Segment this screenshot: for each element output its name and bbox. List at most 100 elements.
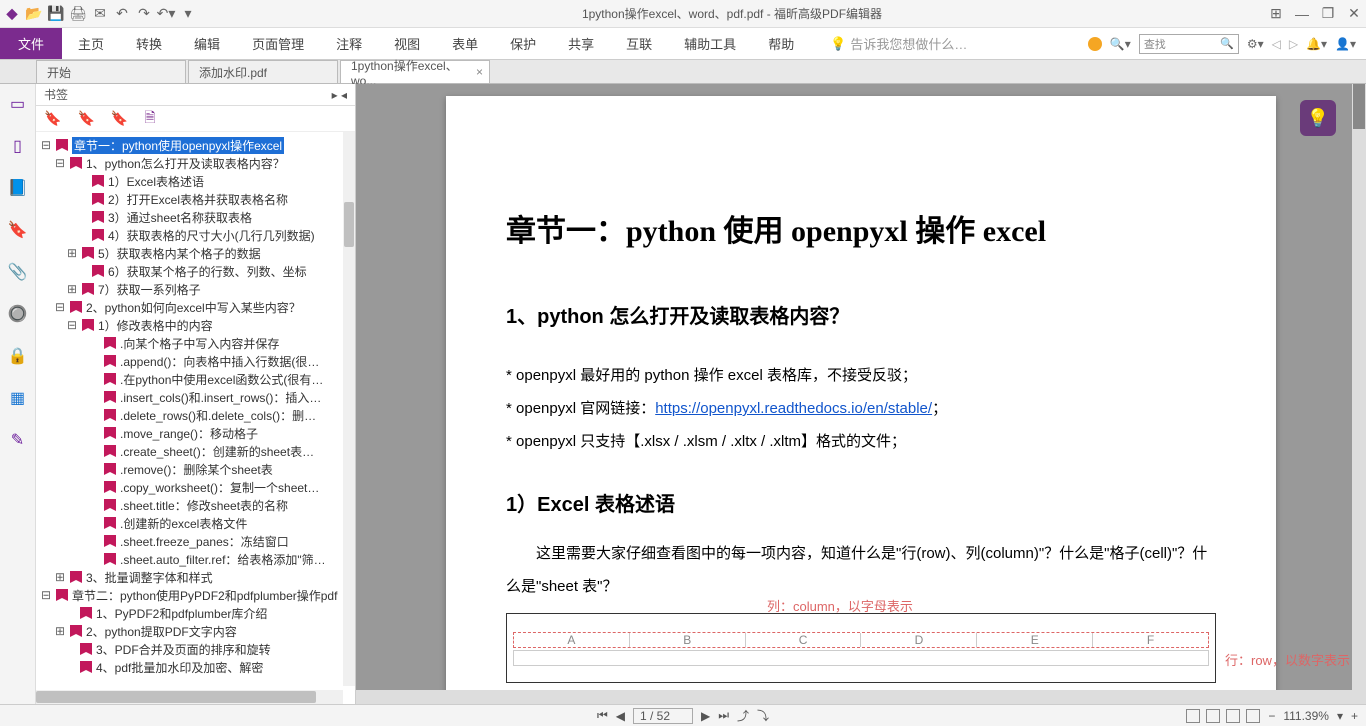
- view-facing-icon[interactable]: [1226, 709, 1240, 723]
- doc-vscroll[interactable]: [1352, 84, 1366, 704]
- stamp-icon[interactable]: 🔘: [8, 304, 28, 324]
- bookmark-item[interactable]: 1、PyPDF2和pdfplumber库介绍: [36, 604, 355, 622]
- settings-icon[interactable]: ⚙▾: [1247, 37, 1264, 51]
- bookmarks-vscroll[interactable]: [343, 132, 355, 686]
- bookmark-item[interactable]: 4、pdf批量加水印及加密、解密: [36, 658, 355, 676]
- bell-icon[interactable]: 🔔▾: [1306, 37, 1327, 51]
- page-icon[interactable]: ▭: [8, 94, 28, 114]
- bookmark-item[interactable]: 3、PDF合并及页面的排序和旋转: [36, 640, 355, 658]
- lightbulb-icon[interactable]: 💡: [1300, 100, 1336, 136]
- ribbon-tab-share[interactable]: 共享: [552, 28, 610, 59]
- user-icon[interactable]: 👤▾: [1335, 37, 1356, 51]
- bookmark-icon[interactable]: 🔖: [8, 220, 28, 240]
- maximize-icon[interactable]: ❐: [1320, 6, 1336, 22]
- doc-hscroll[interactable]: [356, 690, 1352, 704]
- minimize-icon[interactable]: —: [1294, 6, 1310, 22]
- bookmark-item[interactable]: .sheet.title：修改sheet表的名称: [36, 496, 355, 514]
- zoom-dropdown-icon[interactable]: ▾: [1337, 709, 1343, 723]
- lock-icon[interactable]: 🔒: [8, 346, 28, 366]
- tab-current[interactable]: 1python操作excel、wo...×: [340, 60, 490, 83]
- bookmark-item[interactable]: .在python中使用excel函数公式(很有…: [36, 370, 355, 388]
- ribbon-tab-tools[interactable]: 辅助工具: [668, 28, 752, 59]
- next-icon[interactable]: ▷: [1289, 37, 1298, 51]
- book-icon[interactable]: 📘: [8, 178, 28, 198]
- bookmark-item[interactable]: .append()：向表格中插入行数据(很…: [36, 352, 355, 370]
- view-contfacing-icon[interactable]: [1246, 709, 1260, 723]
- clipboard-icon[interactable]: ▯: [8, 136, 28, 156]
- bookmark-item[interactable]: .insert_cols()和.insert_rows()：插入…: [36, 388, 355, 406]
- bookmark-item[interactable]: 3）通过sheet名称获取表格: [36, 208, 355, 226]
- bookmarks-hscroll[interactable]: [36, 690, 343, 704]
- bookmark-item[interactable]: ⊟2、python如何向excel中写入某些内容？: [36, 298, 355, 316]
- bm-mark-icon[interactable]: 🔖: [111, 110, 128, 127]
- find-dropdown-icon[interactable]: 🔍▾: [1110, 37, 1131, 51]
- bookmark-item[interactable]: ⊟1）修改表格中的内容: [36, 316, 355, 334]
- ribbon-tab-convert[interactable]: 转换: [120, 28, 178, 59]
- ribbon-tab-form[interactable]: 表单: [436, 28, 494, 59]
- bookmark-item[interactable]: 1）Excel表格述语: [36, 172, 355, 190]
- prev-icon[interactable]: ◁: [1272, 37, 1281, 51]
- expand-icon[interactable]: ⊟: [54, 300, 66, 314]
- zoom-out-icon[interactable]: −: [1268, 709, 1275, 723]
- bookmark-item[interactable]: .move_range()：移动格子: [36, 424, 355, 442]
- ribbon-tab-home[interactable]: 主页: [62, 28, 120, 59]
- bm-expand-icon[interactable]: 🔖: [77, 110, 94, 127]
- bookmark-item[interactable]: .delete_rows()和.delete_cols()：删…: [36, 406, 355, 424]
- nav-icon1[interactable]: ⤴: [737, 707, 749, 724]
- sign-icon[interactable]: ✎: [8, 430, 28, 450]
- bookmark-item[interactable]: .创建新的excel表格文件: [36, 514, 355, 532]
- first-page-icon[interactable]: ⏮: [597, 708, 608, 723]
- last-page-icon[interactable]: ⏭: [718, 708, 729, 723]
- zoom-in-icon[interactable]: +: [1351, 709, 1358, 723]
- grid-icon[interactable]: ⊞: [1268, 6, 1284, 22]
- undo-icon[interactable]: ↶: [114, 6, 130, 22]
- mail-icon[interactable]: ✉: [92, 6, 108, 22]
- bookmark-item[interactable]: 2）打开Excel表格并获取表格名称: [36, 190, 355, 208]
- open-icon[interactable]: 📂: [26, 6, 42, 22]
- bookmark-item[interactable]: .sheet.freeze_panes：冻结窗口: [36, 532, 355, 550]
- view-single-icon[interactable]: [1186, 709, 1200, 723]
- view-cont-icon[interactable]: [1206, 709, 1220, 723]
- bookmark-item[interactable]: ⊟章节一：python使用openpyxl操作excel: [36, 136, 355, 154]
- expand-icon[interactable]: ⊞: [54, 624, 66, 638]
- tab-start[interactable]: 开始: [36, 60, 186, 83]
- tab-watermark[interactable]: 添加水印.pdf: [188, 60, 338, 83]
- bookmark-item[interactable]: 6）获取某个格子的行数、列数、坐标: [36, 262, 355, 280]
- bookmark-item[interactable]: .create_sheet()：创建新的sheet表…: [36, 442, 355, 460]
- zoom-level[interactable]: 111.39%: [1283, 709, 1329, 723]
- qat-dropdown-icon[interactable]: ▾: [180, 6, 196, 22]
- doc-link[interactable]: https://openpyxl.readthedocs.io/en/stabl…: [655, 400, 932, 417]
- bookmark-item[interactable]: .向某个格子中写入内容并保存: [36, 334, 355, 352]
- bookmark-item[interactable]: .copy_worksheet()：复制一个sheet…: [36, 478, 355, 496]
- bookmark-item[interactable]: ⊟1、python怎么打开及读取表格内容？: [36, 154, 355, 172]
- nav-icon2[interactable]: ⤵: [757, 707, 769, 724]
- ribbon-tab-edit[interactable]: 编辑: [178, 28, 236, 59]
- ribbon-tab-help[interactable]: 帮助: [752, 28, 810, 59]
- attach-icon[interactable]: 📎: [8, 262, 28, 282]
- bookmark-item[interactable]: ⊟章节二：python使用PyPDF2和pdfplumber操作pdf: [36, 586, 355, 604]
- expand-icon[interactable]: ⊞: [54, 570, 66, 584]
- print-icon[interactable]: 🖨: [70, 6, 86, 22]
- ribbon-tab-view[interactable]: 视图: [378, 28, 436, 59]
- save-icon[interactable]: 💾: [48, 6, 64, 22]
- ribbon-tab-protect[interactable]: 保护: [494, 28, 552, 59]
- expand-icon[interactable]: ⊟: [40, 138, 52, 152]
- bookmark-item[interactable]: ⊞5）获取表格内某个格子的数据: [36, 244, 355, 262]
- expand-icon[interactable]: ⊟: [54, 156, 66, 170]
- bookmark-item[interactable]: 4）获取表格的尺寸大小(几行几列数据): [36, 226, 355, 244]
- bookmarks-collapse-icon[interactable]: ▸ ◂: [332, 88, 347, 102]
- next-page-icon[interactable]: ▶: [701, 709, 710, 723]
- bm-add-icon[interactable]: 🔖: [44, 110, 61, 127]
- bm-page-icon[interactable]: 🗎: [144, 107, 155, 131]
- bookmark-item[interactable]: ⊞7）获取一系列格子: [36, 280, 355, 298]
- page-number[interactable]: 1 / 52: [633, 708, 693, 724]
- ribbon-tab-connect[interactable]: 互联: [610, 28, 668, 59]
- ribbon-tab-comment[interactable]: 注释: [320, 28, 378, 59]
- expand-icon[interactable]: ⊞: [66, 282, 78, 296]
- layout-icon[interactable]: ▦: [8, 388, 28, 408]
- notify-icon[interactable]: [1088, 37, 1102, 51]
- tab-close-icon[interactable]: ×: [476, 65, 483, 79]
- expand-icon[interactable]: ⊟: [66, 318, 78, 332]
- document-view[interactable]: 💡 章节一：python 使用 openpyxl 操作 excel 1、pyth…: [356, 84, 1366, 704]
- prev-page-icon[interactable]: ◀: [616, 709, 625, 723]
